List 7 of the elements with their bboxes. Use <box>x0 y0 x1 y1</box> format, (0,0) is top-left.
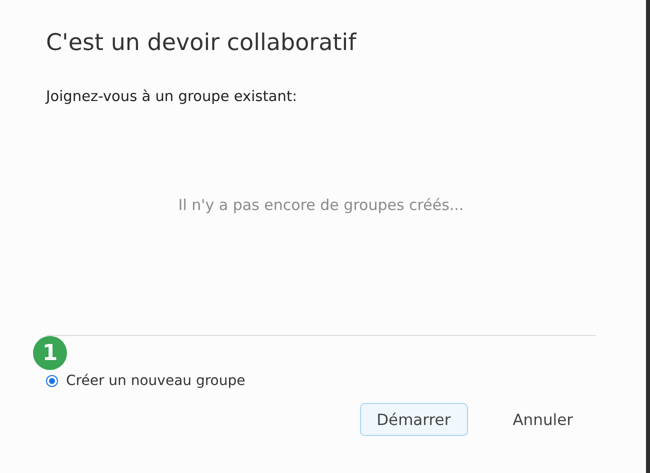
cancel-button[interactable]: Annuler <box>496 403 590 436</box>
radio-option[interactable]: Créer un nouveau groupe <box>46 373 596 389</box>
start-button[interactable]: Démarrer <box>360 403 468 436</box>
dialog-title: C'est un devoir collaboratif <box>46 29 358 58</box>
empty-message: Il n'y a pas encore de groupes créés... <box>178 196 464 214</box>
step-badge: 1 <box>33 336 67 370</box>
subtitle: Joignez-vous à un groupe existant: <box>46 89 298 105</box>
